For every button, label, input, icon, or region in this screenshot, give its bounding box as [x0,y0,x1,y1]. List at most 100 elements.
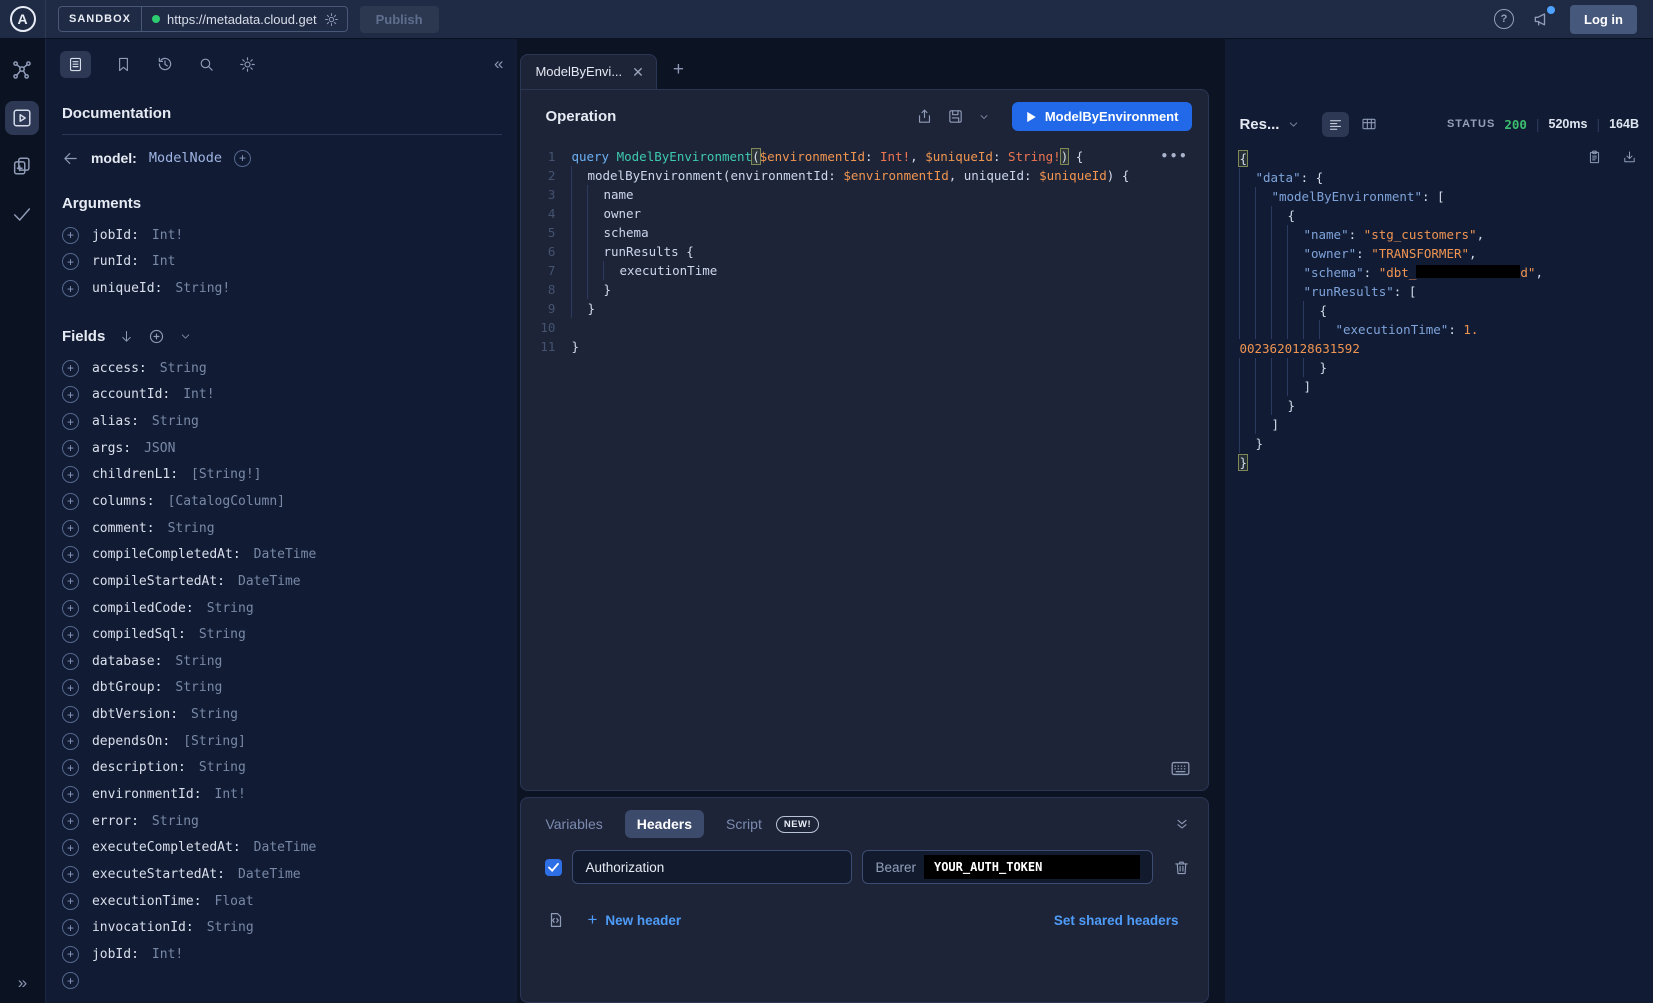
tab-variables[interactable]: Variables [545,816,602,832]
field-type[interactable]: DateTime [238,574,301,589]
field-type[interactable]: String [152,414,199,429]
add-to-query-icon[interactable]: + [62,893,79,910]
field-type[interactable]: Int! [183,387,214,402]
add-to-query-icon[interactable]: + [62,839,79,856]
sidebar-item-checks[interactable] [5,197,39,231]
field-name[interactable]: dbtVersion: [92,707,178,722]
add-to-query-icon[interactable]: + [62,679,79,696]
add-to-query-icon[interactable]: + [62,546,79,563]
share-icon[interactable] [916,108,933,125]
field-type[interactable]: String [175,654,222,669]
collapse-bottom-panel-icon[interactable] [1174,816,1190,832]
field-type[interactable]: String [199,627,246,642]
add-to-query-icon[interactable]: + [62,280,79,297]
add-to-query-icon[interactable]: + [62,573,79,590]
field-name[interactable]: jobId: [92,228,139,243]
login-button[interactable]: Log in [1570,5,1637,34]
endpoint-url-pill[interactable]: https://metadata.cloud.get [142,6,348,32]
add-to-query-icon[interactable]: + [62,733,79,750]
field-type[interactable]: String [168,521,215,536]
edit-headers-document-icon[interactable] [547,911,565,929]
search-icon[interactable] [198,56,215,73]
endpoint-settings-gear-icon[interactable] [324,12,339,27]
field-type[interactable]: String [175,680,222,695]
run-operation-button[interactable]: ModelByEnvironment [1012,102,1193,131]
field-type[interactable]: JSON [144,441,175,456]
field-name[interactable]: uniqueId: [92,281,162,296]
field-type[interactable]: DateTime [254,840,317,855]
add-to-query-icon[interactable]: + [62,493,79,510]
tab-documentation[interactable] [60,51,91,78]
chevron-down-icon[interactable] [179,330,192,343]
field-name[interactable]: accountId: [92,387,170,402]
header-value-input[interactable]: Bearer YOUR_AUTH_TOKEN [862,850,1153,884]
set-shared-headers-link[interactable]: Set shared headers [1054,913,1179,928]
tab-script[interactable]: Script [726,816,762,832]
close-tab-icon[interactable]: ✕ [632,65,644,79]
expand-rail-icon[interactable]: » [0,973,45,993]
field-name[interactable]: executeCompletedAt: [92,840,241,855]
field-name[interactable]: columns: [92,494,155,509]
add-to-query-icon[interactable]: + [234,150,251,167]
field-name[interactable]: alias: [92,414,139,429]
field-name[interactable]: args: [92,441,131,456]
settings-gear-icon[interactable] [239,56,256,73]
help-icon[interactable]: ? [1494,9,1514,29]
add-to-query-icon[interactable]: + [62,946,79,963]
header-key-input[interactable]: Authorization [572,850,852,884]
download-response-icon[interactable] [1622,149,1637,165]
query-editor[interactable]: ••• 1query ModelByEnvironment($environme… [521,141,1208,790]
new-tab-icon[interactable]: + [673,59,684,89]
add-to-query-icon[interactable]: + [62,866,79,883]
field-type[interactable]: String [207,601,254,616]
sidebar-item-clients[interactable] [5,149,39,183]
field-type[interactable]: String [191,707,238,722]
new-header-button[interactable]: + New header [587,910,681,930]
add-to-query-icon[interactable]: + [62,520,79,537]
add-to-query-icon[interactable]: + [62,813,79,830]
back-arrow-icon[interactable] [62,150,79,167]
add-to-query-icon[interactable]: + [62,600,79,617]
sidebar-item-schema[interactable] [5,53,39,87]
field-type[interactable]: String [160,361,207,376]
add-to-query-icon[interactable]: + [62,227,79,244]
editor-more-icon[interactable]: ••• [1161,149,1189,163]
collapse-panel-icon[interactable]: « [494,54,503,74]
field-name[interactable]: runId: [92,254,139,269]
save-icon[interactable] [947,108,964,125]
field-name[interactable]: executeStartedAt: [92,867,225,882]
add-to-query-icon[interactable]: + [62,413,79,430]
sidebar-item-explorer[interactable] [5,101,39,135]
field-name[interactable]: jobId: [92,947,139,962]
add-to-query-icon[interactable]: + [62,440,79,457]
field-type[interactable]: String [199,760,246,775]
field-name[interactable]: environmentId: [92,787,202,802]
add-to-query-icon[interactable]: + [62,919,79,936]
delete-header-trash-icon[interactable] [1173,859,1190,876]
field-type[interactable]: DateTime [238,867,301,882]
sort-arrow-icon[interactable] [119,329,134,344]
field-name[interactable]: executionTime: [92,894,202,909]
add-to-query-icon[interactable]: + [62,626,79,643]
field-type[interactable]: Int [152,254,175,269]
field-type[interactable]: Float [215,894,254,909]
field-type[interactable]: String [207,920,254,935]
add-to-query-icon[interactable]: + [62,972,79,989]
add-to-query-icon[interactable]: + [62,386,79,403]
field-name[interactable]: database: [92,654,162,669]
field-type[interactable]: String! [175,281,230,296]
field-type[interactable]: [String!] [191,467,261,482]
field-type[interactable]: [String] [183,734,246,749]
field-name[interactable]: compileStartedAt: [92,574,225,589]
announcements-button[interactable] [1532,9,1552,29]
doc-type-link[interactable]: ModelNode [149,150,222,166]
field-type[interactable]: Int! [152,228,183,243]
field-name[interactable]: error: [92,814,139,829]
history-icon[interactable] [156,55,174,73]
field-name[interactable]: dependsOn: [92,734,170,749]
field-type[interactable]: DateTime [254,547,317,562]
field-type[interactable]: Int! [152,947,183,962]
bookmark-icon[interactable] [115,56,132,73]
field-name[interactable]: access: [92,361,147,376]
header-enabled-checkbox[interactable] [545,859,562,876]
